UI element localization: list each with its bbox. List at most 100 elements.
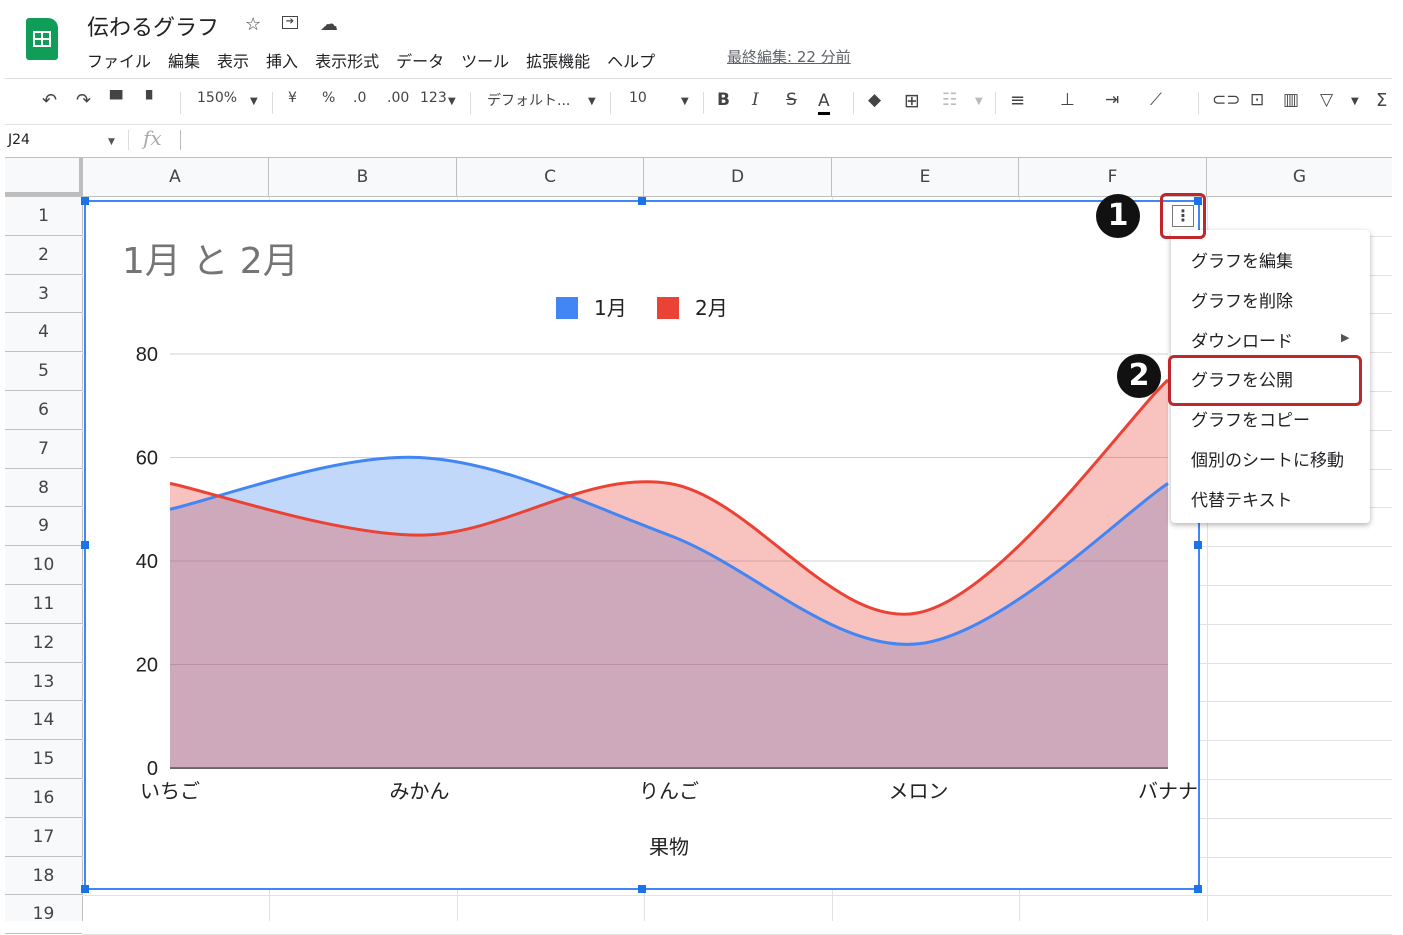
horizontal-align-icon[interactable]: ≡ <box>1010 90 1025 111</box>
chevron-down-icon[interactable]: ▼ <box>448 96 456 107</box>
row-header[interactable]: 11 <box>5 585 82 624</box>
menu-data[interactable]: データ <box>396 48 444 72</box>
font-size-select[interactable]: 10 <box>629 90 647 106</box>
row-header[interactable]: 19 <box>5 895 82 935</box>
row-header[interactable]: 4 <box>5 313 82 353</box>
row-header[interactable]: 5 <box>5 352 82 391</box>
paint-format-icon[interactable]: ▘ <box>146 90 158 109</box>
chevron-down-icon[interactable]: ▼ <box>108 137 115 147</box>
menu-item-delete-chart[interactable]: グラフを削除 <box>1191 287 1293 312</box>
print-icon[interactable]: ▀ <box>110 90 122 109</box>
redo-icon[interactable]: ↷ <box>76 90 91 111</box>
document-title[interactable]: 伝わるグラフ <box>87 10 219 42</box>
cloud-status-icon[interactable]: ☁ <box>320 14 338 35</box>
chart-more-options-button[interactable]: ⋮ <box>1160 193 1206 239</box>
select-all-corner[interactable] <box>5 158 83 196</box>
vertical-align-icon[interactable]: ⊥ <box>1060 90 1075 110</box>
menu-help[interactable]: ヘルプ <box>607 48 655 72</box>
header-divider <box>5 78 1392 79</box>
chevron-down-icon[interactable]: ▼ <box>1351 96 1359 107</box>
move-to-folder-icon[interactable]: ➔ <box>282 16 298 29</box>
row-header[interactable]: 13 <box>5 663 82 702</box>
menu-file[interactable]: ファイル <box>87 48 151 72</box>
font-family-select[interactable]: デフォルト... <box>487 90 570 110</box>
column-header-bar: A B C D E F G <box>5 157 1392 197</box>
chart[interactable]: 0 20 40 60 80 いちご みかん りんご メロン バナナ 果物 1月 と 2月 1月 2月 <box>81 197 1202 893</box>
percent-format-button[interactable]: % <box>322 90 335 106</box>
column-header-b[interactable]: B <box>269 158 457 196</box>
resize-handle[interactable] <box>1194 541 1202 549</box>
number-format-button[interactable]: 123 <box>420 90 447 106</box>
currency-format-button[interactable]: ¥ <box>288 90 297 106</box>
chart-plot: 0 20 40 60 80 いちご みかん りんご メロン バナナ果物 <box>136 344 1198 859</box>
chevron-down-icon[interactable]: ▼ <box>681 96 689 107</box>
row-header[interactable]: 17 <box>5 818 82 857</box>
decrease-decimal-button[interactable]: .0 <box>353 90 366 106</box>
legend-swatch-1 <box>556 297 578 319</box>
row-header[interactable]: 1 <box>5 197 82 236</box>
insert-link-icon[interactable]: ⊂⊃ <box>1212 90 1241 110</box>
menu-tools[interactable]: ツール <box>461 48 509 72</box>
functions-icon[interactable]: Σ <box>1376 90 1387 111</box>
row-header[interactable]: 18 <box>5 857 82 896</box>
insert-chart-icon[interactable]: ▥ <box>1283 90 1299 110</box>
sheets-logo[interactable] <box>26 18 58 60</box>
row-header[interactable]: 12 <box>5 624 82 663</box>
text-rotate-icon[interactable]: ⟋ <box>1150 90 1162 110</box>
resize-handle[interactable] <box>81 885 89 893</box>
borders-icon[interactable]: ⊞ <box>904 90 920 112</box>
increase-decimal-button[interactable]: .00 <box>387 90 409 106</box>
text-color-button[interactable]: A <box>818 90 830 115</box>
row-header[interactable]: 7 <box>5 430 82 469</box>
row-header[interactable]: 14 <box>5 701 82 741</box>
resize-handle[interactable] <box>638 197 646 205</box>
grid-row-line <box>82 895 1392 897</box>
last-edit-link[interactable]: 最終編集: 22 分前 <box>727 46 851 67</box>
menu-item-download[interactable]: ダウンロード <box>1191 327 1293 352</box>
resize-handle[interactable] <box>81 541 89 549</box>
column-header-e[interactable]: E <box>832 158 1019 196</box>
chevron-down-icon[interactable]: ▼ <box>250 96 258 107</box>
text-wrap-icon[interactable]: ⇥ <box>1105 90 1119 110</box>
row-header[interactable]: 9 <box>5 507 82 547</box>
chevron-down-icon[interactable]: ▼ <box>975 96 983 107</box>
italic-button[interactable]: I <box>752 90 759 110</box>
formula-divider <box>128 130 129 150</box>
menu-extensions[interactable]: 拡張機能 <box>526 48 590 72</box>
insert-comment-icon[interactable]: ⊡ <box>1250 90 1264 110</box>
column-header-d[interactable]: D <box>644 158 832 196</box>
row-header[interactable]: 6 <box>5 391 82 430</box>
fill-color-icon[interactable]: ◆ <box>868 90 881 110</box>
column-header-g[interactable]: G <box>1207 158 1392 196</box>
menu-item-edit-chart[interactable]: グラフを編集 <box>1191 247 1293 272</box>
merge-cells-icon[interactable]: ☷ <box>942 90 957 110</box>
menu-item-copy-chart[interactable]: グラフをコピー <box>1191 406 1310 431</box>
row-header[interactable]: 15 <box>5 740 82 779</box>
undo-icon[interactable]: ↶ <box>42 90 57 111</box>
strikethrough-button[interactable]: S <box>786 90 797 110</box>
resize-handle[interactable] <box>81 197 89 205</box>
filter-icon[interactable]: ▽ <box>1320 90 1333 110</box>
bold-button[interactable]: B <box>717 90 730 110</box>
star-icon[interactable]: ☆ <box>245 14 261 35</box>
formula-input[interactable] <box>180 130 181 150</box>
menu-item-alt-text[interactable]: 代替テキスト <box>1191 486 1293 511</box>
column-header-f[interactable]: F <box>1019 158 1207 196</box>
chevron-down-icon[interactable]: ▼ <box>588 96 596 107</box>
column-header-a[interactable]: A <box>82 158 269 196</box>
menu-view[interactable]: 表示 <box>217 48 249 72</box>
resize-handle[interactable] <box>1194 885 1202 893</box>
zoom-select[interactable]: 150% <box>197 90 237 106</box>
menu-insert[interactable]: 挿入 <box>266 48 298 72</box>
name-box[interactable]: J24 <box>8 132 30 148</box>
row-header[interactable]: 3 <box>5 275 82 314</box>
menu-edit[interactable]: 編集 <box>168 48 200 72</box>
resize-handle[interactable] <box>638 885 646 893</box>
column-header-c[interactable]: C <box>457 158 644 196</box>
row-header[interactable]: 16 <box>5 779 82 818</box>
row-header[interactable]: 8 <box>5 469 82 508</box>
menu-format[interactable]: 表示形式 <box>315 48 379 72</box>
row-header[interactable]: 2 <box>5 236 82 275</box>
menu-item-move-to-sheet[interactable]: 個別のシートに移動 <box>1191 446 1344 471</box>
row-header[interactable]: 10 <box>5 546 82 585</box>
